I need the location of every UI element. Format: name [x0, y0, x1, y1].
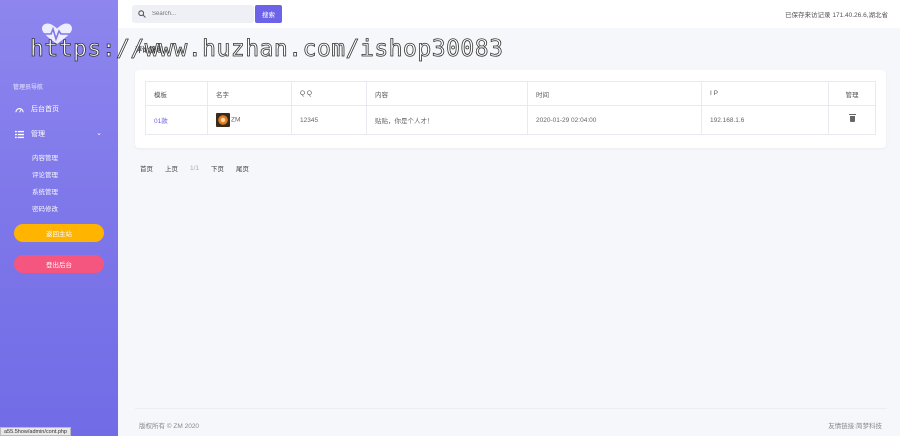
col-header-time: 时间	[527, 81, 702, 106]
search-input[interactable]	[152, 11, 242, 17]
col-header-ip: I P	[701, 81, 829, 106]
search-button[interactable]: 搜索	[255, 5, 282, 23]
comments-table: 模板 名字 Q Q 内容 时间 I P 管理 01款 ZM 12345 贴贴，你…	[145, 81, 876, 135]
pager-first[interactable]: 首页	[135, 161, 158, 175]
footer-divider	[135, 408, 887, 409]
table-row: 01款 ZM 12345 贴贴，你是个人才！ 2020-01-29 02:04:…	[145, 105, 876, 135]
copyright-text: 版权所有 © ZM 2020	[139, 423, 200, 430]
top-bar: 搜索 已保存来访记录 171.40.26.6,湖北省	[118, 0, 900, 28]
list-icon	[15, 130, 24, 138]
sidebar-item-home-label: 后台首页	[31, 106, 59, 113]
search-icon	[138, 10, 146, 18]
pager-current: 1/1	[190, 164, 200, 172]
cell-name-text: ZM	[231, 116, 241, 124]
cell-manage	[828, 105, 876, 135]
pager-prev[interactable]: 上页	[160, 161, 183, 175]
cell-time: 2020-01-29 02:04:00	[527, 105, 702, 135]
sidebar-sub-system[interactable]: 系统管理	[32, 186, 58, 196]
cell-content: 贴贴，你是个人才！	[366, 105, 528, 135]
sidebar-sub-content[interactable]: 内容管理	[32, 152, 58, 162]
search-box[interactable]	[132, 5, 254, 23]
sidebar: 管理员导航 后台首页 管理 ⌄ 内容管理 评论管理 系统管理 密码修改 返回主站…	[0, 0, 118, 436]
status-bar-url: a55.5how/admin/cont.php	[0, 427, 71, 436]
col-header-qq: Q Q	[291, 81, 367, 106]
sidebar-sub-comments[interactable]: 评论管理	[32, 169, 58, 179]
cell-name: ZM	[207, 105, 292, 135]
comments-card: 模板 名字 Q Q 内容 时间 I P 管理 01款 ZM 12345 贴贴，你…	[135, 70, 886, 148]
sidebar-section-label: 管理员导航	[13, 85, 44, 91]
sidebar-item-manage-label: 管理	[31, 131, 45, 138]
avatar	[216, 113, 230, 127]
pager-last[interactable]: 尾页	[231, 161, 254, 175]
pager-next[interactable]: 下页	[206, 161, 229, 175]
dashboard-icon	[15, 107, 24, 112]
sidebar-sub-password[interactable]: 密码修改	[32, 203, 58, 213]
col-header-content: 内容	[366, 81, 528, 106]
cell-module[interactable]: 01款	[145, 105, 208, 135]
cell-qq: 12345	[291, 105, 367, 135]
col-header-module: 模板	[145, 81, 208, 106]
sidebar-item-manage[interactable]: 管理	[15, 129, 45, 139]
trash-icon[interactable]	[848, 114, 856, 122]
return-main-site-button[interactable]: 返回主站	[14, 224, 104, 242]
pagination: 首页 上页 1/1 下页 尾页	[135, 161, 254, 175]
table-header-row: 模板 名字 Q Q 内容 时间 I P 管理	[145, 81, 876, 106]
friend-link[interactable]: 友情链接:简梦科技	[828, 420, 882, 430]
sidebar-item-home[interactable]: 后台首页	[15, 104, 59, 114]
watermark-text: https://www.huzhan.com/ishop30083	[30, 36, 504, 63]
logout-button[interactable]: 登出后台	[14, 255, 104, 273]
col-header-manage: 管理	[828, 81, 876, 106]
visitor-record-text: 已保存来访记录 171.40.26.6,湖北省	[785, 12, 888, 19]
cell-ip: 192.168.1.6	[701, 105, 829, 135]
chevron-down-icon[interactable]: ⌄	[96, 129, 102, 137]
col-header-name: 名字	[207, 81, 292, 106]
